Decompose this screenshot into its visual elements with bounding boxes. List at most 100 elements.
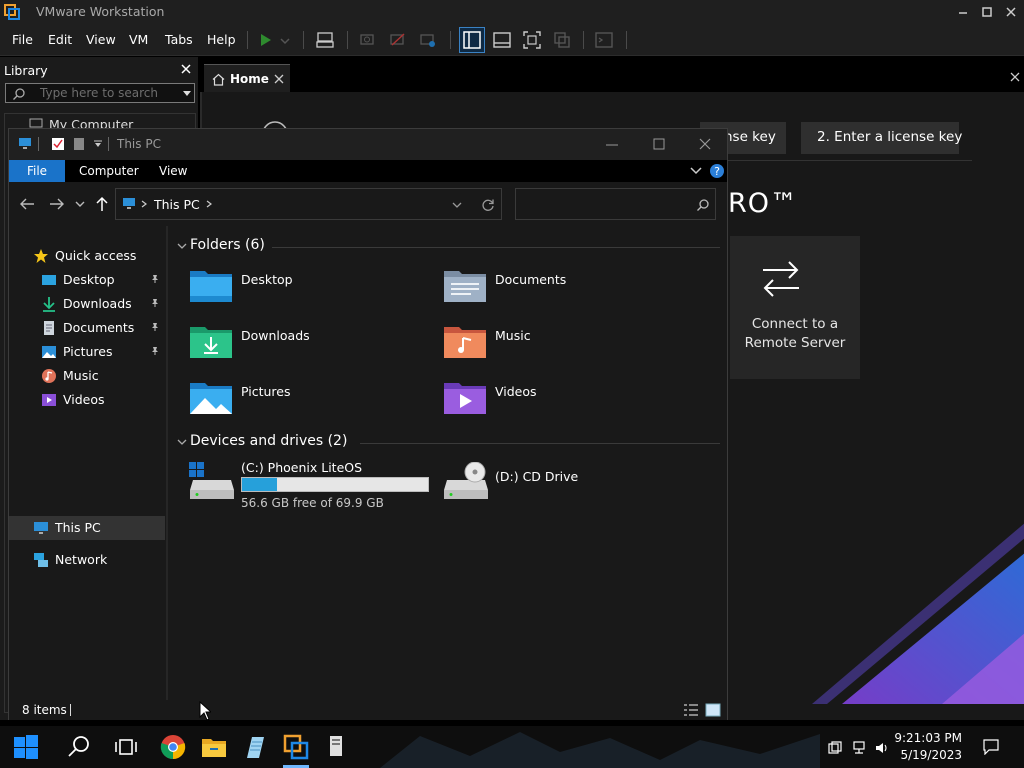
network-tray-icon[interactable] [852, 741, 866, 755]
menu-tabs[interactable]: Tabs [165, 32, 193, 47]
snapshot-icon[interactable] [358, 30, 378, 50]
full-screen-icon[interactable] [522, 30, 542, 50]
notifications-overflow-icon[interactable] [828, 741, 842, 755]
ribbon-expand-icon[interactable] [690, 166, 702, 176]
transfer-arrows-icon [763, 261, 799, 297]
taskbar-server[interactable] [324, 734, 350, 760]
vmware-restore-button[interactable] [976, 2, 998, 22]
collapse-chevron-icon[interactable] [176, 240, 188, 252]
taskbar-chrome[interactable] [160, 734, 186, 760]
this-pc-icon [19, 138, 31, 149]
nav-this-pc[interactable]: This PC [33, 516, 165, 540]
explorer-ribbon: File Computer View ? [9, 160, 727, 182]
recent-locations-icon[interactable] [75, 200, 85, 208]
new-folder-icon[interactable] [73, 137, 85, 151]
nav-item-downloads[interactable]: Downloads [41, 292, 166, 316]
pin-icon[interactable] [150, 322, 160, 332]
ribbon-tab-file[interactable]: File [9, 160, 65, 182]
nav-item-pictures[interactable]: Pictures [41, 340, 166, 364]
server-icon [330, 736, 342, 756]
power-on-icon[interactable] [256, 30, 276, 50]
nav-item-documents[interactable]: Documents [41, 316, 166, 340]
vmware-minimize-button[interactable] [952, 2, 974, 22]
start-icon [14, 735, 38, 759]
toolbar-separator [247, 31, 248, 49]
explorer-close-button[interactable] [698, 137, 712, 151]
drives-group-header[interactable]: Devices and drives (2) [190, 433, 347, 449]
address-bar[interactable]: This PC [115, 188, 502, 220]
tab-close-icon[interactable] [274, 74, 284, 84]
folder-videos[interactable]: Videos [443, 378, 683, 426]
details-view-icon[interactable] [683, 703, 699, 717]
folder-documents[interactable]: Documents [443, 266, 683, 314]
nav-item-desktop[interactable]: Desktop [41, 268, 166, 292]
show-library-button[interactable] [459, 27, 485, 53]
ribbon-tab-view[interactable]: View [159, 164, 187, 178]
thumbnail-bar-icon[interactable] [492, 30, 512, 50]
chevron-down-icon[interactable] [182, 90, 192, 98]
pin-icon[interactable] [150, 274, 160, 284]
pin-icon[interactable] [150, 298, 160, 308]
library-close-icon[interactable] [180, 63, 192, 75]
refresh-icon[interactable] [481, 198, 495, 212]
tabs-close-icon[interactable] [1010, 72, 1020, 82]
breadcrumb-chevron-icon[interactable] [206, 200, 212, 208]
snapshot-manager-icon[interactable] [418, 30, 438, 50]
folders-group-header[interactable]: Folders (6) [190, 237, 265, 253]
menu-help[interactable]: Help [207, 32, 236, 47]
forward-arrow-icon[interactable] [49, 197, 65, 211]
task-view-button[interactable] [113, 734, 139, 760]
nav-item-videos[interactable]: Videos [41, 388, 166, 412]
menu-vm[interactable]: VM [129, 32, 148, 47]
clock-date[interactable]: 5/19/2023 [880, 748, 962, 762]
collapse-chevron-icon[interactable] [176, 436, 188, 448]
tab-home[interactable]: Home [204, 64, 290, 92]
nav-item-music[interactable]: Music [41, 364, 166, 388]
drive-d[interactable]: (D:) CD Drive [443, 460, 603, 512]
library-search-input[interactable]: Type here to search [5, 83, 195, 103]
nav-item-label: Music [63, 368, 99, 383]
folder-music[interactable]: Music [443, 322, 683, 370]
unity-icon[interactable] [552, 30, 572, 50]
help-icon[interactable]: ? [709, 163, 725, 179]
vmware-close-button[interactable] [1000, 2, 1022, 22]
send-ctrl-alt-del-icon[interactable] [315, 30, 335, 50]
ribbon-tab-computer[interactable]: Computer [79, 164, 139, 178]
menu-view[interactable]: View [86, 32, 116, 47]
drive-c-usage-fill [242, 478, 278, 491]
large-icons-view-icon[interactable] [705, 703, 721, 717]
toolbar-separator [347, 31, 348, 49]
console-view-icon[interactable] [594, 30, 614, 50]
drive-c[interactable]: (C:) Phoenix LiteOS 56.6 GB free of 69.9… [189, 460, 429, 512]
breadcrumb-chevron-icon[interactable] [141, 200, 147, 208]
up-arrow-icon[interactable] [95, 196, 109, 212]
pin-icon[interactable] [150, 346, 160, 356]
license-key-button-2[interactable]: 2. Enter a license key [801, 122, 962, 154]
nav-quick-access[interactable]: Quick access [33, 244, 163, 268]
back-arrow-icon[interactable] [19, 197, 35, 211]
start-button[interactable] [13, 734, 39, 760]
explorer-search-input[interactable] [515, 188, 716, 220]
qat-dropdown-icon[interactable] [93, 140, 103, 148]
cd-drive-icon [444, 462, 488, 499]
taskbar-vmware[interactable] [283, 734, 309, 760]
address-path[interactable]: This PC [154, 197, 200, 212]
folder-pictures[interactable]: Pictures [189, 378, 429, 426]
clock-time[interactable]: 9:21:03 PM [880, 731, 962, 745]
taskbar-notepad[interactable] [242, 734, 268, 760]
power-dropdown-icon[interactable] [278, 30, 292, 50]
menu-edit[interactable]: Edit [48, 32, 72, 47]
folder-desktop[interactable]: Desktop [189, 266, 429, 314]
properties-icon[interactable] [51, 137, 65, 151]
folder-downloads[interactable]: Downloads [189, 322, 429, 370]
explorer-maximize-button[interactable] [652, 137, 666, 151]
connect-remote-server-card[interactable]: Connect to a Remote Server [730, 236, 860, 379]
taskbar-search-button[interactable] [66, 734, 92, 760]
menu-file[interactable]: File [12, 32, 33, 47]
taskbar-file-explorer[interactable] [201, 734, 227, 760]
address-dropdown-icon[interactable] [452, 201, 462, 209]
nav-network[interactable]: Network [33, 548, 165, 572]
action-center-icon[interactable] [983, 739, 999, 755]
revert-snapshot-icon[interactable] [388, 30, 408, 50]
explorer-minimize-button[interactable] [605, 138, 619, 152]
